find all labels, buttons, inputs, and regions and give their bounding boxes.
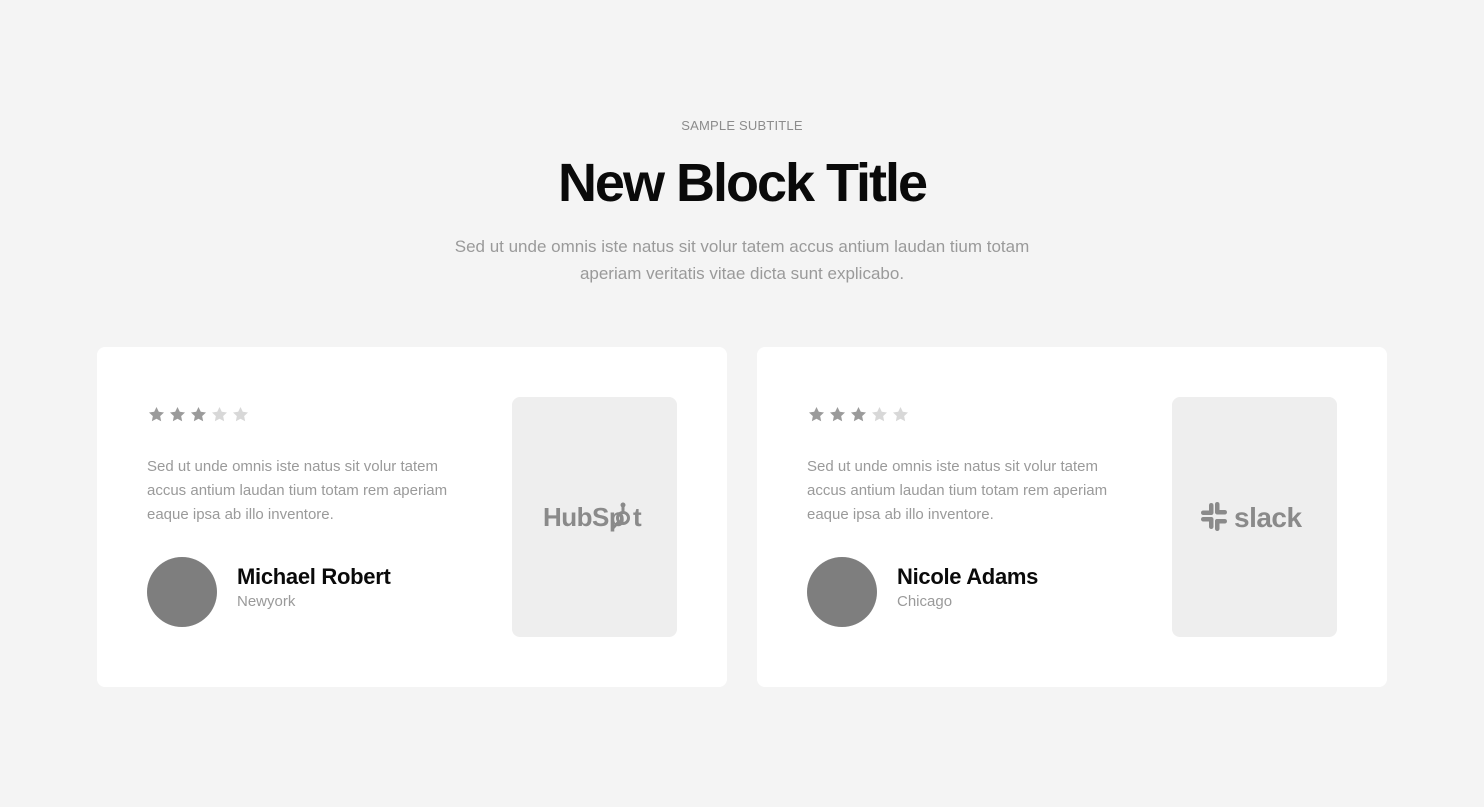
testimonial-cards: Sed ut unde omnis iste natus sit volur t… bbox=[97, 347, 1387, 687]
star-filled-icon bbox=[169, 406, 186, 422]
testimonial-quote: Sed ut unde omnis iste natus sit volur t… bbox=[807, 458, 1108, 523]
author-city: Chicago bbox=[897, 592, 953, 610]
svg-text:t: t bbox=[633, 502, 642, 532]
star-filled-icon bbox=[148, 406, 165, 422]
svg-text:slack: slack bbox=[1234, 502, 1302, 533]
avatar bbox=[807, 557, 877, 627]
star-filled-icon bbox=[850, 406, 867, 422]
hubspot-logo-icon: HubSp t bbox=[543, 502, 642, 532]
author-info: Nicole Adams Chicago bbox=[897, 563, 1038, 610]
author-name: Nicole Adams bbox=[897, 563, 1039, 589]
star-filled-icon bbox=[829, 406, 846, 422]
star-rating bbox=[807, 405, 910, 424]
star-empty-icon bbox=[892, 406, 909, 422]
testimonial-card: Sed ut unde omnis iste natus sit volur t… bbox=[97, 347, 727, 687]
star-empty-icon bbox=[871, 406, 888, 422]
author-city: Newyork bbox=[237, 592, 296, 610]
testimonial-card: Sed ut unde omnis iste natus sit volur t… bbox=[757, 347, 1387, 687]
star-rating bbox=[147, 405, 250, 424]
slack-logo-icon: slack bbox=[1200, 502, 1302, 533]
author-name: Michael Robert bbox=[237, 563, 391, 589]
star-empty-icon bbox=[211, 406, 228, 422]
avatar bbox=[147, 557, 217, 627]
testimonial-author: Michael Robert Newyork bbox=[147, 557, 391, 627]
star-filled-icon bbox=[190, 406, 207, 422]
testimonial-quote: Sed ut unde omnis iste natus sit volur t… bbox=[147, 458, 448, 523]
author-info: Michael Robert Newyork bbox=[237, 563, 391, 610]
testimonials-section: SAMPLE SUBTITLE New Block Title Sed ut u… bbox=[0, 0, 1484, 807]
section-title: New Block Title bbox=[557, 153, 928, 213]
star-filled-icon bbox=[808, 406, 825, 422]
company-logo-box: HubSp t bbox=[512, 397, 677, 637]
section-lead: Sed ut unde omnis iste natus sit volur t… bbox=[454, 237, 1030, 283]
testimonial-author: Nicole Adams Chicago bbox=[807, 557, 1038, 627]
section-subtitle: SAMPLE SUBTITLE bbox=[681, 118, 803, 133]
star-empty-icon bbox=[232, 406, 249, 422]
section-header: SAMPLE SUBTITLE New Block Title Sed ut u… bbox=[0, 118, 1484, 287]
svg-text:HubSp: HubSp bbox=[543, 502, 624, 532]
company-logo-box: slack bbox=[1172, 397, 1337, 637]
